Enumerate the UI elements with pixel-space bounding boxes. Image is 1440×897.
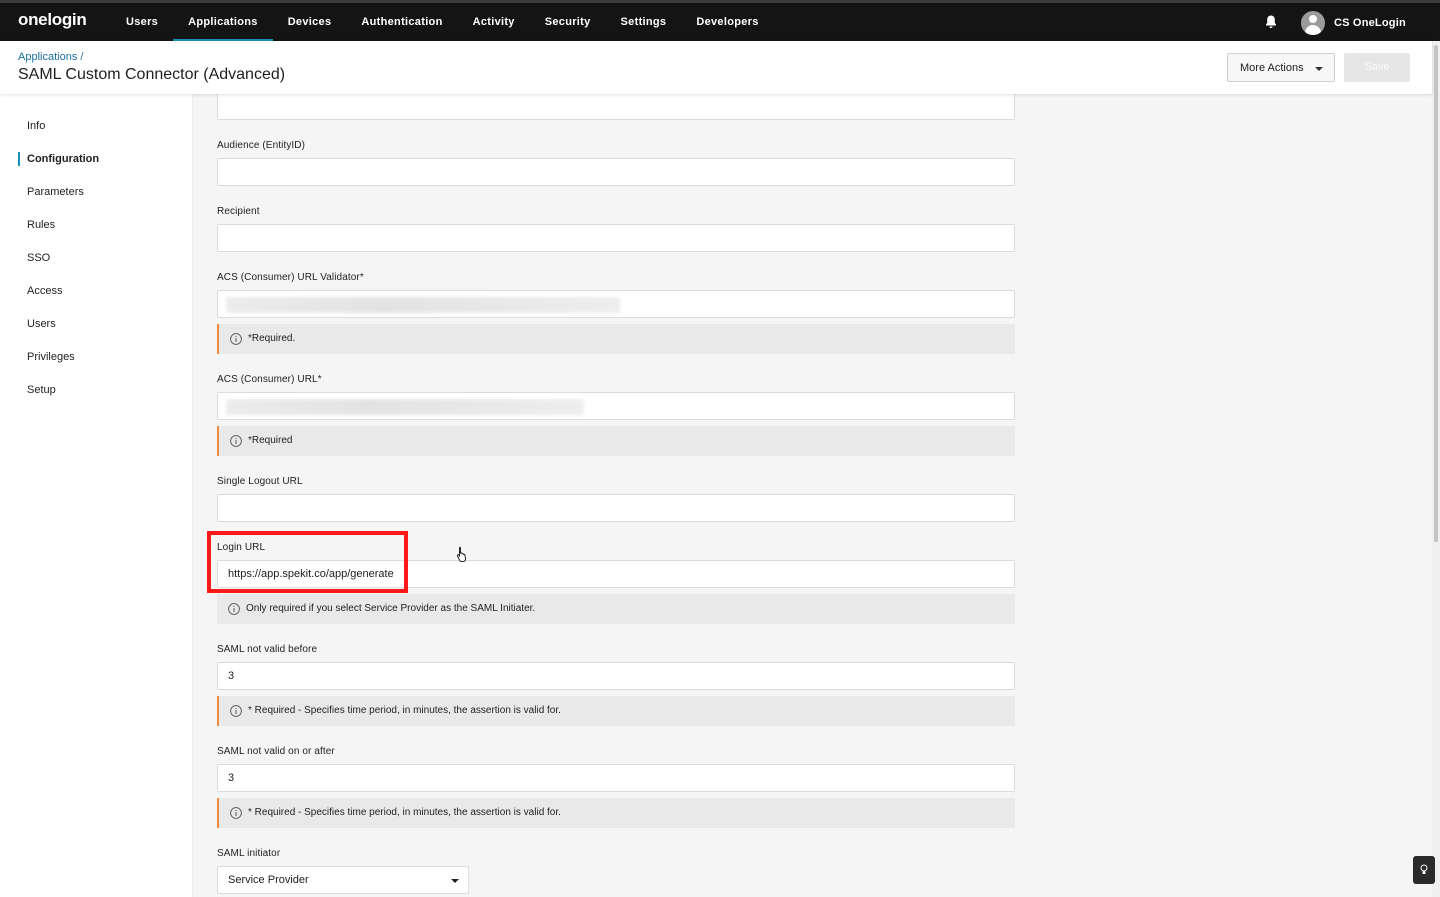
redacted-value — [226, 297, 620, 313]
sidebar: Info Configuration Parameters Rules SSO … — [0, 94, 193, 897]
nav-authentication[interactable]: Authentication — [346, 3, 457, 41]
saml-initiator-select[interactable]: Service Provider — [217, 866, 469, 894]
info-icon — [230, 705, 242, 717]
single-logout-label: Single Logout URL — [217, 476, 303, 487]
sidebar-item-rules[interactable]: Rules — [0, 209, 192, 242]
saml-initiator-value: Service Provider — [228, 874, 309, 886]
main-nav: Users Applications Devices Authenticatio… — [111, 3, 774, 42]
page-scrollbar[interactable] — [1432, 41, 1440, 897]
saml-not-after-note: * Required - Specifies time period, in m… — [217, 798, 1015, 828]
save-button[interactable]: Save — [1344, 53, 1410, 82]
saml-not-after-input[interactable]: 3 — [217, 764, 1015, 792]
acs-validator-input[interactable] — [217, 290, 1015, 318]
saml-not-before-label: SAML not valid before — [217, 644, 318, 655]
help-button[interactable] — [1413, 856, 1435, 884]
sidebar-item-parameters[interactable]: Parameters — [0, 176, 192, 209]
nav-settings[interactable]: Settings — [606, 3, 682, 41]
info-icon — [228, 603, 240, 615]
sidebar-item-access[interactable]: Access — [0, 275, 192, 308]
lightbulb-icon — [1420, 864, 1428, 874]
saml-not-before-note: * Required - Specifies time period, in m… — [217, 696, 1015, 726]
sidebar-item-configuration[interactable]: Configuration — [0, 143, 192, 176]
acs-url-label: ACS (Consumer) URL* — [217, 374, 322, 385]
info-icon — [230, 435, 242, 447]
recipient-label: Recipient — [217, 206, 260, 217]
saml-not-after-note-text: * Required - Specifies time period, in m… — [248, 807, 561, 818]
info-icon — [230, 807, 242, 819]
sidebar-item-setup[interactable]: Setup — [0, 374, 192, 407]
caret-down-icon — [1315, 67, 1323, 71]
sidebar-item-info[interactable]: Info — [0, 110, 192, 143]
recipient-input[interactable] — [217, 224, 1015, 252]
login-url-label: Login URL — [217, 542, 266, 553]
top-nav-bar: onelogin Users Applications Devices Auth… — [0, 0, 1440, 42]
login-url-input[interactable]: https://app.spekit.co/app/generate — [217, 560, 1015, 588]
redacted-value — [226, 399, 584, 415]
nav-activity[interactable]: Activity — [458, 3, 530, 41]
more-actions-button[interactable]: More Actions — [1227, 53, 1335, 82]
audience-label: Audience (EntityID) — [217, 140, 306, 151]
acs-validator-note: *Required. — [217, 324, 1015, 354]
info-icon — [230, 333, 242, 345]
saml-not-before-note-text: * Required - Specifies time period, in m… — [248, 705, 561, 716]
login-url-note: Only required if you select Service Prov… — [217, 594, 1015, 624]
nav-security[interactable]: Security — [530, 3, 606, 41]
partial-field-input[interactable] — [217, 92, 1015, 120]
notification-bell-icon[interactable] — [1265, 15, 1277, 29]
user-menu-name[interactable]: CS OneLogin — [1334, 17, 1406, 29]
acs-url-note: *Required — [217, 426, 1015, 456]
caret-down-icon — [451, 879, 459, 883]
acs-url-input[interactable] — [217, 392, 1015, 420]
audience-input[interactable] — [217, 158, 1015, 186]
sidebar-item-sso[interactable]: SSO — [0, 242, 192, 275]
nav-devices[interactable]: Devices — [273, 3, 347, 41]
saml-initiator-label: SAML initiator — [217, 848, 281, 859]
acs-url-note-text: *Required — [248, 435, 293, 446]
nav-users[interactable]: Users — [111, 3, 173, 41]
page-header: Applications / SAML Custom Connector (Ad… — [0, 41, 1432, 94]
hand-pointer-cursor-icon — [456, 546, 466, 562]
onelogin-logo[interactable]: onelogin — [18, 10, 87, 30]
acs-validator-label: ACS (Consumer) URL Validator* — [217, 272, 364, 283]
nav-applications[interactable]: Applications — [173, 3, 273, 42]
sidebar-item-privileges[interactable]: Privileges — [0, 341, 192, 374]
saml-not-after-label: SAML not valid on or after — [217, 746, 335, 757]
acs-validator-note-text: *Required. — [248, 333, 296, 344]
saml-not-before-input[interactable]: 3 — [217, 662, 1015, 690]
page-title: SAML Custom Connector (Advanced) — [18, 66, 286, 83]
more-actions-label: More Actions — [1240, 61, 1304, 74]
breadcrumb-applications[interactable]: Applications / — [18, 51, 83, 63]
login-url-note-text: Only required if you select Service Prov… — [246, 603, 536, 614]
user-avatar[interactable] — [1301, 11, 1325, 35]
nav-developers[interactable]: Developers — [681, 3, 773, 41]
scrollbar-thumb[interactable] — [1434, 45, 1438, 542]
single-logout-input[interactable] — [217, 494, 1015, 522]
sidebar-item-users[interactable]: Users — [0, 308, 192, 341]
